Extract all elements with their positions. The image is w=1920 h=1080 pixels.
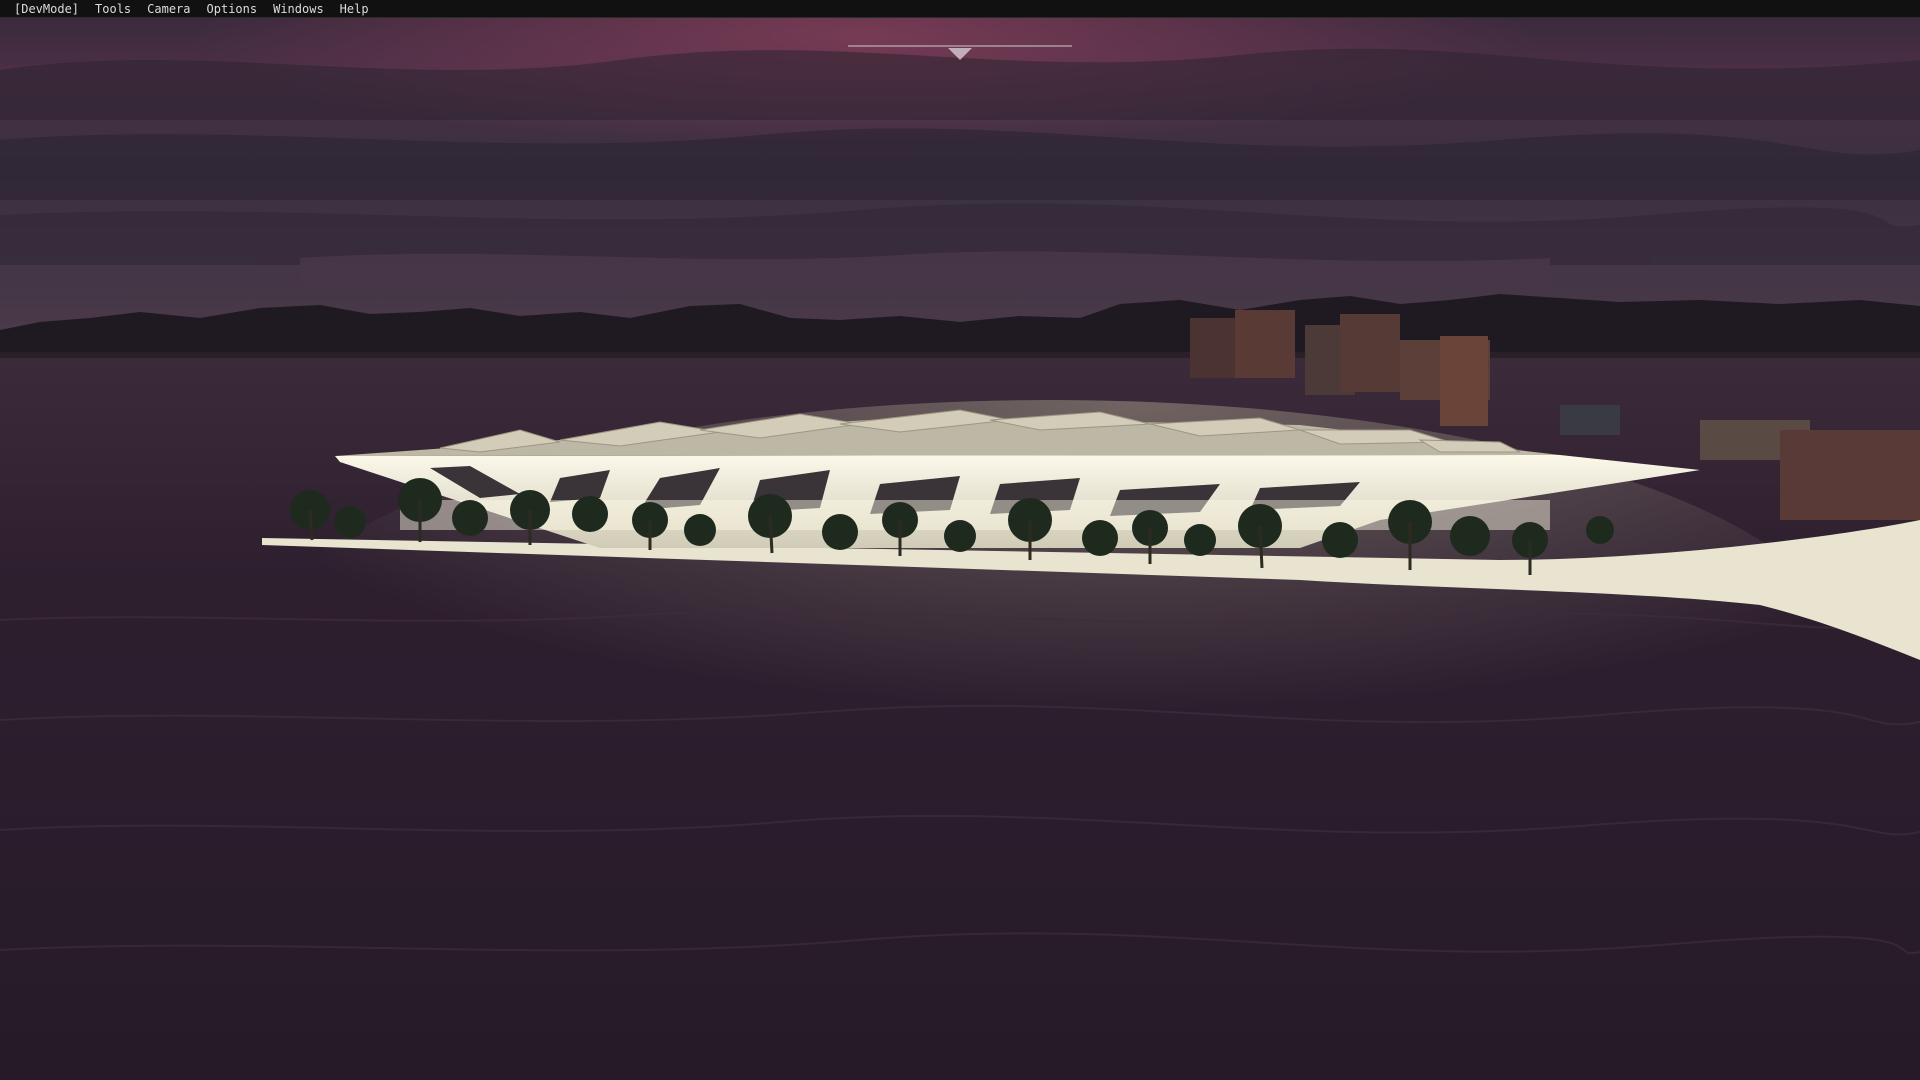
devmode-menubar: [DevMode] Tools Camera Options Windows H…	[0, 0, 1920, 18]
menu-windows[interactable]: Windows	[265, 0, 332, 18]
menu-tools[interactable]: Tools	[87, 0, 139, 18]
scenery-render	[0, 18, 1920, 1080]
menu-devmode[interactable]: [DevMode]	[6, 0, 87, 18]
heading-caret-icon	[848, 45, 1072, 60]
menu-options[interactable]: Options	[199, 0, 266, 18]
menu-help[interactable]: Help	[332, 0, 377, 18]
simulator-viewport[interactable]: [DevMode] Tools Camera Options Windows H…	[0, 0, 1920, 1080]
menu-camera[interactable]: Camera	[139, 0, 198, 18]
cloud-bands	[0, 48, 1920, 285]
